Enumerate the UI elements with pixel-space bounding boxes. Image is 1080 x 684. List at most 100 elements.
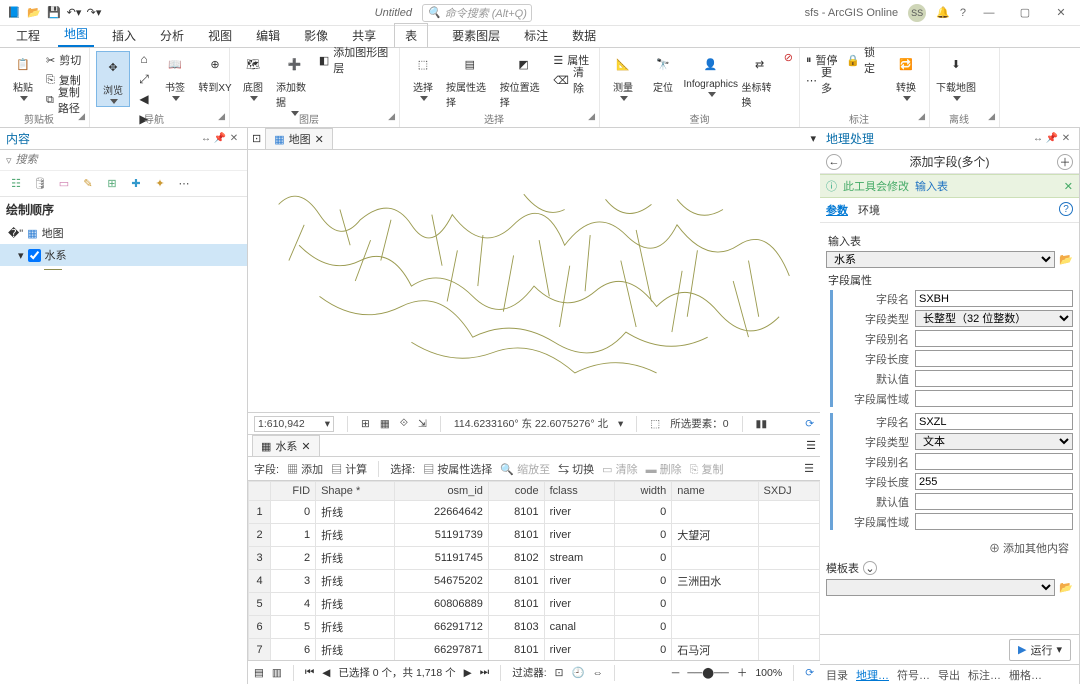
locate-button[interactable]: 🔭定位 bbox=[646, 51, 680, 94]
toc-layer[interactable]: ▾ 水系 bbox=[0, 244, 247, 266]
save-icon[interactable]: 💾 bbox=[46, 5, 62, 21]
more-labels-button[interactable]: ⋯更多 bbox=[806, 71, 840, 89]
contents-search-input[interactable] bbox=[16, 152, 241, 168]
dynamic-icon[interactable]: ⟐ bbox=[400, 417, 408, 430]
expand-icon[interactable]: �" bbox=[8, 227, 23, 240]
select-by-loc-button[interactable]: ◩按位置选择 bbox=[500, 51, 548, 109]
f2-type[interactable]: 文本 bbox=[915, 433, 1073, 450]
tab-imagery[interactable]: 影像 bbox=[298, 24, 334, 47]
fixed-zoom-icon[interactable]: ⤢ bbox=[136, 71, 152, 87]
view-selected-icon[interactable]: ▥ bbox=[272, 667, 282, 679]
f2-alias[interactable] bbox=[915, 453, 1073, 470]
bt-raster[interactable]: 栅格… bbox=[1009, 667, 1042, 683]
minimize-button[interactable]: — bbox=[976, 7, 1002, 19]
last-rec-icon[interactable]: ⏭ bbox=[480, 666, 489, 679]
f1-type[interactable]: 长整型（32 位整数） bbox=[915, 310, 1073, 327]
table-row[interactable]: 76折线662978718101river0石马河 bbox=[249, 639, 820, 661]
full-extent-icon[interactable]: ⌂ bbox=[136, 51, 152, 67]
sel-count-icon[interactable]: ⬚ bbox=[650, 418, 660, 430]
open-icon[interactable]: 📂 bbox=[26, 5, 42, 21]
prev-extent-icon[interactable]: ◀ bbox=[136, 91, 152, 107]
map-canvas[interactable] bbox=[248, 150, 820, 412]
autohide-icon[interactable]: ↔ bbox=[199, 133, 213, 144]
explore-button[interactable]: ✥浏览 bbox=[96, 51, 130, 107]
refresh-icon[interactable]: ⟳ bbox=[805, 418, 814, 430]
attr-tab[interactable]: ▦ 水系 ✕ bbox=[252, 435, 320, 456]
redo-icon[interactable]: ↷▾ bbox=[86, 5, 102, 21]
close-tab-icon[interactable]: ✕ bbox=[315, 133, 324, 146]
command-search[interactable]: 🔍 命令搜索 (Alt+Q) bbox=[422, 4, 532, 22]
copy-path-button[interactable]: ⧉复制路径 bbox=[46, 91, 83, 109]
gp-autohide-icon[interactable]: ↔ bbox=[1031, 133, 1045, 144]
list-source-icon[interactable]: 🛢 bbox=[30, 174, 50, 194]
first-rec-icon[interactable]: ⏮ bbox=[305, 666, 314, 679]
measure-button[interactable]: 📐测量 bbox=[606, 51, 640, 101]
avatar[interactable]: SS bbox=[908, 4, 926, 22]
tab-labeling[interactable]: 标注 bbox=[518, 24, 554, 47]
prev-rec-icon[interactable]: ◀ bbox=[322, 667, 330, 679]
close-button[interactable]: ✕ bbox=[1048, 6, 1074, 19]
add-another-field[interactable]: ⊕ 添加其他内容 bbox=[826, 536, 1073, 560]
f2-default[interactable] bbox=[915, 493, 1073, 510]
run-button[interactable]: ▶ 运行 ▾ bbox=[1009, 639, 1071, 661]
switch-sel-btn[interactable]: ⇆ 切换 bbox=[558, 461, 594, 477]
select-button[interactable]: ⬚选择 bbox=[406, 51, 440, 101]
add-field-button[interactable]: ▦ 添加 bbox=[287, 461, 323, 477]
goto-xy-button[interactable]: ⊕转到XY bbox=[198, 51, 232, 94]
attr-menu-icon[interactable]: ☰ bbox=[806, 439, 816, 452]
undo-icon[interactable]: ↶▾ bbox=[66, 5, 82, 21]
tab-insert[interactable]: 插入 bbox=[106, 24, 142, 47]
bookmarks-button[interactable]: 📖书签 bbox=[158, 51, 192, 101]
f2-name[interactable] bbox=[915, 413, 1073, 430]
tab-feature-layer[interactable]: 要素图层 bbox=[446, 24, 506, 47]
table-row[interactable]: 21折线511917398101river0大望河 bbox=[249, 524, 820, 547]
tab-analysis[interactable]: 分析 bbox=[154, 24, 190, 47]
f1-len[interactable] bbox=[915, 350, 1073, 367]
list-editing-icon[interactable]: ✎ bbox=[78, 174, 98, 194]
browse-input-icon[interactable]: 📂 bbox=[1059, 253, 1073, 266]
add-graphics-layer-button[interactable]: ◧添加图形图层 bbox=[319, 51, 393, 69]
scale-input[interactable]: 1:610,942▾ bbox=[254, 416, 334, 432]
table-row[interactable]: 43折线546752028101river0三洲田水 bbox=[249, 570, 820, 593]
zoom-minus[interactable]: ─ bbox=[672, 667, 679, 679]
list-labeling-icon[interactable]: ✚ bbox=[126, 174, 146, 194]
f2-len[interactable] bbox=[915, 473, 1073, 490]
download-map-button[interactable]: ⬇下载地图 bbox=[936, 51, 976, 101]
tab-project[interactable]: 工程 bbox=[10, 24, 46, 47]
table-row[interactable]: 65折线662917128103canal0 bbox=[249, 616, 820, 639]
f1-domain[interactable] bbox=[915, 390, 1073, 407]
paste-button[interactable]: 📋粘贴 bbox=[6, 51, 40, 101]
snap-icon[interactable]: ▦ bbox=[380, 418, 390, 430]
layer-visibility-checkbox[interactable] bbox=[28, 249, 41, 262]
expand-layer-icon[interactable]: ▾ bbox=[18, 249, 24, 262]
cut-button[interactable]: ✂剪切 bbox=[46, 51, 83, 69]
project-icon[interactable]: 📘 bbox=[6, 5, 22, 21]
user-label[interactable]: sfs - ArcGIS Online bbox=[805, 7, 899, 19]
contents-search[interactable]: ▿ bbox=[0, 150, 247, 171]
gp-pin-icon[interactable]: 📌 bbox=[1045, 133, 1059, 144]
grid-icon[interactable]: ⊞ bbox=[361, 418, 370, 430]
select-by-attr-button[interactable]: ▤按属性选择 bbox=[446, 51, 494, 109]
list-snapping-icon[interactable]: ⊞ bbox=[102, 174, 122, 194]
pin-icon[interactable]: 📌 bbox=[213, 133, 227, 144]
f1-name[interactable] bbox=[915, 290, 1073, 307]
tab-table[interactable]: 表 bbox=[394, 23, 428, 47]
clear-sel-button[interactable]: ⌫清除 bbox=[553, 71, 593, 89]
coord-conv-button[interactable]: ⇄坐标转换 bbox=[741, 51, 777, 109]
filter-range-icon[interactable]: ⇔ bbox=[593, 667, 604, 679]
bt-export[interactable]: 导出 bbox=[938, 667, 960, 683]
gp-tab-params[interactable]: 参数 bbox=[826, 202, 848, 218]
bt-catalog[interactable]: 目录 bbox=[826, 667, 848, 683]
list-perspective-icon[interactable]: ✦ bbox=[150, 174, 170, 194]
tab-view[interactable]: 视图 bbox=[202, 24, 238, 47]
lock-labels-button[interactable]: 🔒锁定 bbox=[846, 51, 883, 69]
browse-template-icon[interactable]: 📂 bbox=[1059, 581, 1073, 594]
tab-map[interactable]: 地图 bbox=[58, 22, 94, 47]
basemap-button[interactable]: 🗺底图 bbox=[236, 51, 270, 101]
table-row[interactable]: 32折线511917458102stream0 bbox=[249, 547, 820, 570]
gp-help-icon[interactable]: ? bbox=[1059, 202, 1073, 216]
attr-hamburger-icon[interactable]: ☰ bbox=[804, 462, 814, 475]
next-rec-icon[interactable]: ▶ bbox=[464, 667, 472, 679]
bell-icon[interactable]: 🔔 bbox=[936, 6, 950, 19]
tab-data[interactable]: 数据 bbox=[566, 24, 602, 47]
